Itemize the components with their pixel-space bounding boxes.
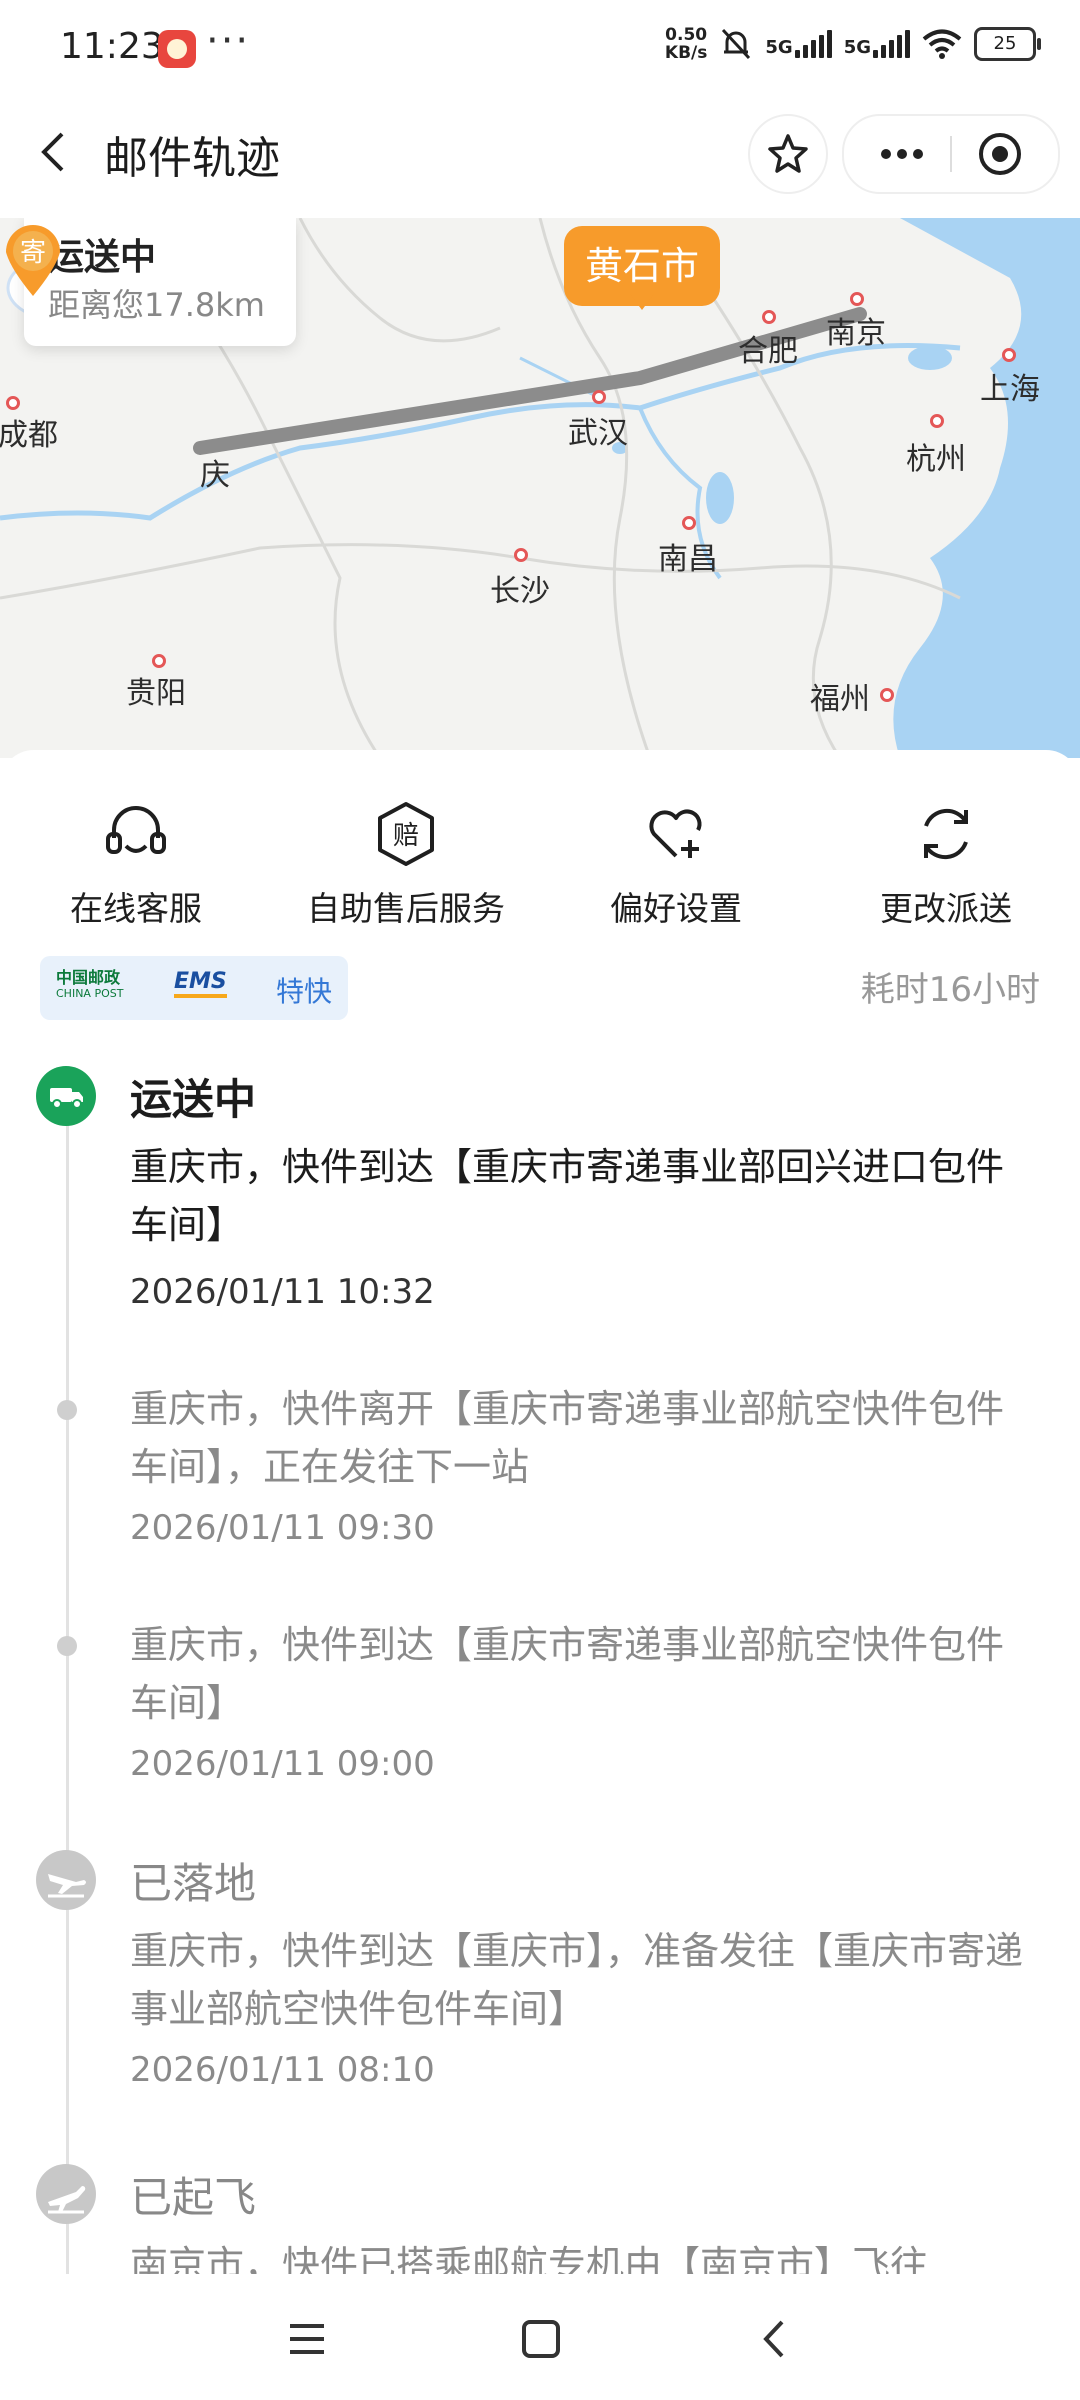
city-hefei: 合肥 — [738, 334, 798, 369]
action-label: 在线客服 — [70, 889, 202, 928]
network-speed: 0.50 KB/s — [665, 26, 707, 62]
action-label: 更改派送 — [880, 889, 1012, 928]
back-nav-icon[interactable] — [750, 2314, 800, 2364]
system-nav-bar — [0, 2274, 1080, 2400]
bell-muted-icon — [722, 28, 751, 60]
city-dot-nanjing — [850, 292, 864, 306]
event-description: 重庆市，快件到达【重庆市】，准备发往【重庆市寄递事业部航空快件包件车间】 — [130, 1929, 1024, 2031]
signal-icon-2: 5G — [844, 30, 910, 58]
headset-icon — [106, 806, 166, 854]
truck-status-icon — [36, 1066, 96, 1126]
city-dot-changsha — [514, 548, 528, 562]
china-post-name: 中国邮政 — [56, 968, 121, 987]
action-online-service[interactable]: 在线客服 — [6, 800, 266, 930]
event-description: 重庆市，快件到达【重庆市寄递事业部航空快件包件车间】 — [130, 1623, 1005, 1725]
route-map[interactable]: 成都 庆 武汉 合肥 南京 上海 杭州 南昌 长沙 贵阳 福州 运送中 距离您1… — [0, 218, 1080, 758]
mini-program-capsule — [842, 114, 1060, 194]
svg-text:赔: 赔 — [393, 821, 419, 851]
status-time: 11:23 — [60, 26, 164, 67]
plane-landed-icon — [36, 1850, 96, 1910]
refresh-icon — [924, 808, 968, 860]
elapsed-time: 耗时16小时 — [860, 970, 1040, 1010]
more-icon[interactable] — [872, 136, 932, 172]
destination-bubble: 黄石市 — [564, 226, 720, 310]
timeline-dot — [57, 1400, 77, 1420]
city-shanghai: 上海 — [980, 372, 1040, 407]
net-speed-unit: KB/s — [664, 43, 708, 63]
city-nanchang: 南昌 — [658, 542, 718, 577]
action-bar: 在线客服 赔 自助售后服务 偏好设置 更改派送 — [0, 800, 1080, 928]
home-icon[interactable] — [516, 2314, 566, 2364]
action-label: 偏好设置 — [610, 889, 742, 928]
send-pin-label: 寄 — [20, 238, 46, 268]
city-dot-guiyang — [152, 654, 166, 668]
city-dot-shanghai — [1002, 348, 1016, 362]
city-wuhan: 武汉 — [568, 416, 628, 451]
courier-badge: 中国邮政 CHINA POST EMS 特快 — [40, 956, 348, 1020]
signal-icon: 5G — [765, 30, 832, 58]
event-description: 南京市，快件已搭乘邮航专机由【南京市】飞往 — [130, 2243, 929, 2274]
city-nanjing: 南京 — [826, 316, 886, 351]
distance-text: 距离您17.8km — [48, 286, 265, 324]
city-chongqing: 庆 — [200, 458, 230, 493]
china-post-name-en: CHINA POST — [56, 987, 124, 1000]
city-fuzhou: 福州 — [810, 682, 870, 717]
star-icon — [768, 134, 808, 173]
city-dot-hefei — [762, 310, 776, 324]
header: 邮件轨迹 — [0, 96, 1080, 218]
ems-logo: EMS — [174, 970, 227, 998]
city-dot-wuhan — [592, 390, 606, 404]
compensation-icon: 赔 — [378, 802, 434, 866]
city-hangzhou: 杭州 — [906, 442, 966, 477]
tracking-sheet: 在线客服 赔 自助售后服务 偏好设置 更改派送 中国邮政 CHINA POST … — [0, 750, 1080, 2274]
sim1-label: 5G — [765, 37, 793, 58]
city-dot-fuzhou — [880, 688, 894, 702]
page-title: 邮件轨迹 — [104, 133, 280, 184]
action-after-sale[interactable]: 赔 自助售后服务 — [276, 800, 536, 930]
event-time: 2026/01/11 09:30 — [130, 1508, 435, 1548]
plane-takeoff-icon — [36, 2164, 96, 2224]
action-label: 自助售后服务 — [307, 889, 505, 928]
sim2-label: 5G — [843, 37, 871, 58]
city-chengdu: 成都 — [0, 418, 58, 453]
city-dot-hangzhou — [930, 414, 944, 428]
city-guiyang: 贵阳 — [126, 676, 186, 711]
menu-icon[interactable] — [282, 2314, 332, 2364]
target-icon[interactable] — [976, 130, 1024, 178]
heart-plus-icon — [649, 809, 702, 858]
capsule-divider — [950, 136, 952, 172]
city-dot-nanchang — [682, 516, 696, 530]
favorite-button[interactable] — [748, 114, 828, 194]
event-description: 重庆市，快件离开【重庆市寄递事业部航空快件包件车间】，正在发往下一站 — [130, 1387, 1005, 1489]
timeline-line — [66, 1080, 69, 2274]
back-icon[interactable] — [24, 122, 84, 182]
status-bar: 11:23 ··· 0.50 KB/s 5G 5G 25 — [0, 0, 1080, 96]
app-notification-icon — [158, 30, 196, 68]
event-time: 2026/01/11 10:32 — [130, 1272, 435, 1312]
wifi-icon — [922, 29, 962, 59]
send-pin-icon: 寄 — [6, 225, 60, 296]
city-dot-chengdu — [6, 396, 20, 410]
event-status: 已起飞 — [130, 2173, 257, 2222]
battery-icon: 25 — [974, 27, 1041, 61]
service-type: 特快 — [276, 975, 333, 1008]
net-speed-value: 0.50 — [665, 25, 708, 45]
action-preferences[interactable]: 偏好设置 — [546, 800, 806, 930]
city-changsha: 长沙 — [490, 574, 550, 609]
event-status: 已落地 — [130, 1859, 257, 1908]
china-post-logo: 中国邮政 CHINA POST — [56, 970, 123, 1002]
event-status: 运送中 — [130, 1075, 257, 1124]
timeline-dot — [57, 1636, 77, 1656]
action-change-delivery[interactable]: 更改派送 — [816, 800, 1076, 930]
event-description: 重庆市，快件到达【重庆市寄递事业部回兴进口包件车间】 — [130, 1145, 1005, 1247]
more-notifications: ··· — [206, 18, 251, 64]
event-time: 2026/01/11 09:00 — [130, 1744, 435, 1784]
event-time: 2026/01/11 08:10 — [130, 2050, 435, 2090]
